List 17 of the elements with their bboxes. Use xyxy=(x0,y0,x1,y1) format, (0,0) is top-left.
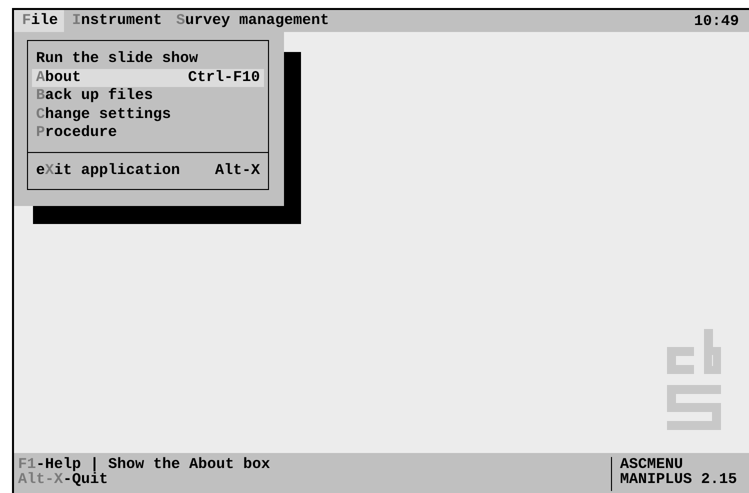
menu-item[interactable]: Change settings xyxy=(32,106,264,124)
module-name: ASCMENU xyxy=(620,457,684,472)
menu-item[interactable]: Run the slide show xyxy=(32,50,264,68)
menu-item[interactable]: Procedure xyxy=(32,124,264,142)
status-hint: Show the About box xyxy=(108,457,270,472)
menu-item[interactable]: eXit application Alt-X xyxy=(32,162,264,180)
separator: | xyxy=(90,457,100,472)
menu-bar-item[interactable]: File xyxy=(14,10,64,32)
logo-icon xyxy=(667,329,721,433)
clock: 10:49 xyxy=(694,12,740,30)
help-key[interactable]: F1-Help xyxy=(18,457,82,472)
menu-bar-item[interactable]: Instrument xyxy=(64,10,168,32)
menu-item[interactable]: About Ctrl-F10 xyxy=(32,68,264,87)
menu-item[interactable]: Back up files xyxy=(32,87,264,106)
menu-bar-item[interactable]: Survey management xyxy=(168,10,336,32)
quit-key[interactable]: Alt-X-Quit xyxy=(18,472,108,487)
version-label: MANIPLUS 2.15 xyxy=(620,472,738,487)
